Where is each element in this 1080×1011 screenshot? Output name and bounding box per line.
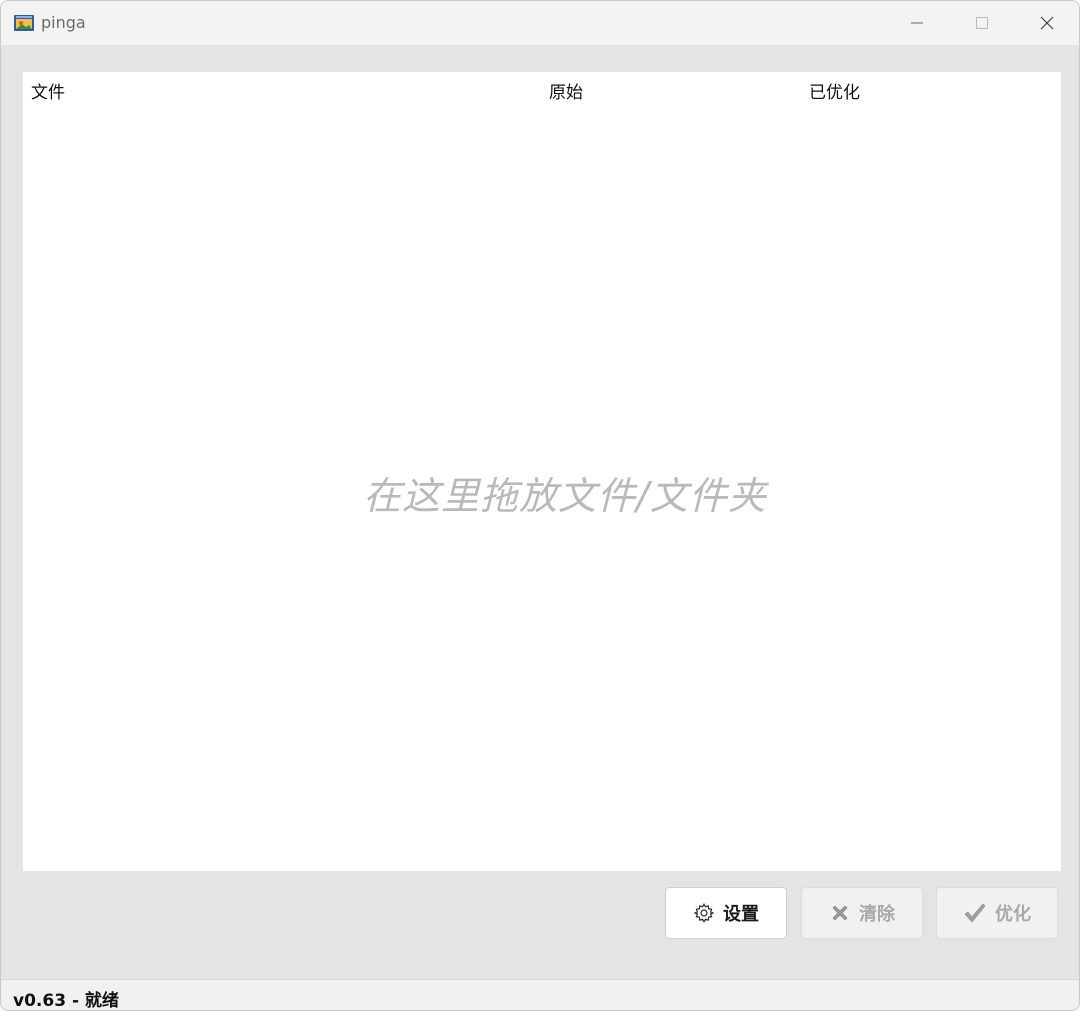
minimize-icon [911, 22, 923, 24]
close-icon [1040, 16, 1054, 30]
x-icon [832, 905, 848, 921]
window-title: pinga [41, 13, 86, 32]
file-list[interactable]: 文件 原始 已优化 在这里拖放文件/文件夹 [23, 72, 1061, 871]
settings-button-label: 设置 [723, 904, 759, 925]
minimize-button[interactable] [884, 1, 950, 45]
clear-button[interactable]: 清除 [801, 887, 923, 939]
maximize-icon [976, 17, 988, 29]
status-bar: v0.63 - 就绪 [1, 979, 1079, 1011]
maximize-button[interactable] [949, 1, 1015, 45]
status-text: v0.63 - 就绪 [13, 991, 119, 1011]
app-icon [13, 12, 35, 34]
checkmark-icon [964, 903, 986, 923]
title-bar[interactable]: pinga [1, 1, 1079, 45]
drop-hint: 在这里拖放文件/文件夹 [363, 474, 767, 518]
column-header-original[interactable]: 原始 [549, 78, 583, 103]
column-header-optimized[interactable]: 已优化 [809, 78, 860, 103]
optimize-button[interactable]: 优化 [936, 887, 1058, 939]
gear-icon [693, 903, 715, 923]
settings-button[interactable]: 设置 [665, 887, 787, 939]
close-button[interactable] [1014, 1, 1079, 45]
app-window: pinga 文件 原始 已优化 在这里拖放文件/文件夹 设置 清除 优化 v0.… [0, 0, 1080, 1011]
optimize-button-label: 优化 [995, 904, 1031, 925]
column-header-file[interactable]: 文件 [31, 78, 65, 103]
clear-button-label: 清除 [859, 904, 895, 925]
